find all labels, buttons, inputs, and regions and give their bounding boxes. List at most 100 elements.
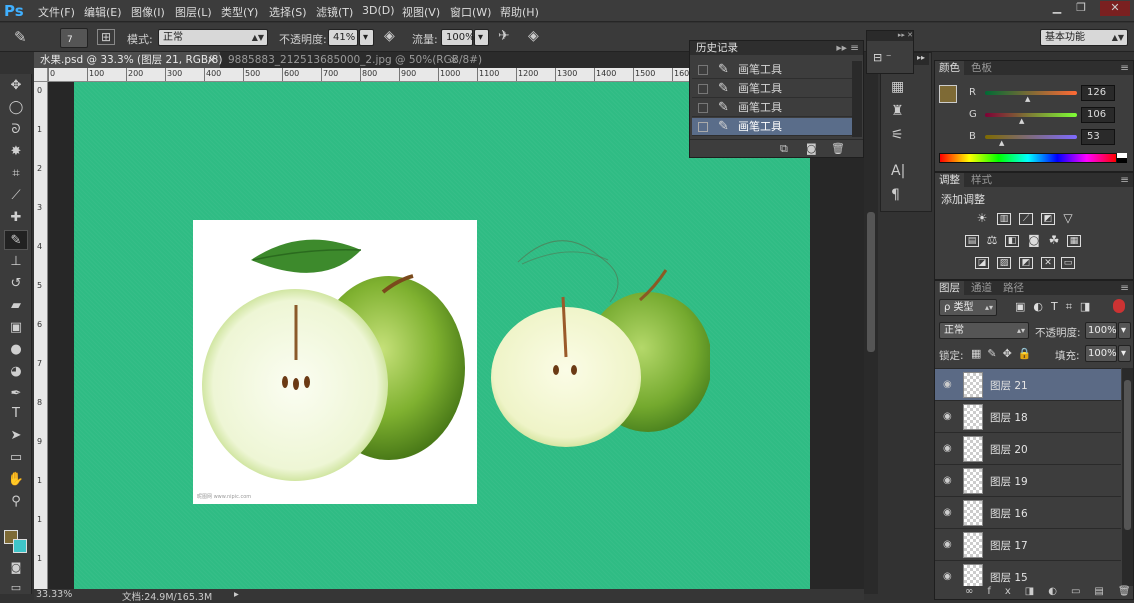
crop-tool-icon[interactable]: ⌗ bbox=[4, 164, 28, 184]
threshold-icon[interactable]: ◩ bbox=[1019, 257, 1033, 269]
vibrance-icon[interactable]: ▽ bbox=[1061, 212, 1075, 225]
background-color-swatch[interactable] bbox=[13, 539, 27, 553]
layers-footer-icons[interactable]: ∞fx◨◐▭▤🗑 bbox=[935, 586, 1133, 600]
brightness-icon[interactable]: ☀ bbox=[975, 212, 989, 225]
fill-input[interactable]: 100% bbox=[1085, 345, 1117, 362]
tab-swatches[interactable]: 色板 bbox=[967, 61, 996, 75]
close-icon[interactable]: × bbox=[207, 52, 216, 68]
eraser-tool-icon[interactable]: ▰ bbox=[4, 296, 28, 316]
history-item[interactable]: ✎ 画笔工具 bbox=[692, 61, 852, 79]
hue-saturation-icon[interactable]: ▤ bbox=[965, 235, 979, 247]
layer-name[interactable]: 图层 17 bbox=[990, 538, 1028, 553]
panel-menu-icon[interactable]: ≡ bbox=[1120, 281, 1129, 295]
layer-name[interactable]: 图层 19 bbox=[990, 474, 1028, 489]
foreground-color-swatch[interactable] bbox=[939, 85, 957, 103]
visibility-eye-icon[interactable]: ◉ bbox=[943, 475, 952, 486]
healing-brush-tool-icon[interactable]: ✚ bbox=[4, 208, 28, 228]
filter-toggle-icon[interactable] bbox=[1113, 299, 1125, 313]
type-tool-icon[interactable]: T bbox=[4, 404, 28, 424]
b-value-input[interactable]: 53 bbox=[1081, 129, 1115, 145]
curves-icon[interactable]: ⟋ bbox=[1019, 213, 1033, 225]
menu-window[interactable]: 窗口(W) bbox=[450, 4, 491, 20]
layer-row[interactable]: ◉ 图层 19 bbox=[935, 465, 1121, 497]
camera-icon[interactable]: ◙ bbox=[806, 142, 817, 155]
brush-presets-icon[interactable]: ▦ bbox=[891, 79, 904, 95]
r-value-input[interactable]: 126 bbox=[1081, 85, 1115, 101]
r-slider-handle-icon[interactable]: ▲ bbox=[1025, 95, 1030, 103]
layer-thumbnail[interactable] bbox=[963, 468, 983, 494]
r-slider[interactable] bbox=[985, 91, 1077, 95]
hand-tool-icon[interactable]: ✋ bbox=[4, 470, 28, 490]
close-button[interactable]: ✕ bbox=[1100, 1, 1130, 16]
layer-thumbnail[interactable] bbox=[963, 372, 983, 398]
layer-row[interactable]: ◉ 图层 16 bbox=[935, 497, 1121, 529]
visibility-eye-icon[interactable]: ◉ bbox=[943, 443, 952, 454]
history-item[interactable]: ✎ 画笔工具 bbox=[692, 99, 852, 117]
layer-name[interactable]: 图层 16 bbox=[990, 506, 1028, 521]
menu-type[interactable]: 类型(Y) bbox=[221, 4, 258, 20]
channel-mixer-icon[interactable]: ☘ bbox=[1047, 234, 1061, 247]
opacity-dropdown[interactable]: ▾ bbox=[359, 29, 374, 46]
tab-channels[interactable]: 通道 bbox=[967, 281, 996, 295]
menu-file[interactable]: 文件(F) bbox=[38, 4, 75, 20]
visibility-eye-icon[interactable]: ◉ bbox=[943, 539, 952, 550]
dodge-tool-icon[interactable]: ◕ bbox=[4, 362, 28, 382]
airbrush-icon[interactable]: ✈ bbox=[498, 28, 510, 44]
tool-presets-icon[interactable]: ⚟ bbox=[891, 127, 904, 143]
brush-panel-toggle-icon[interactable]: ⊞ bbox=[97, 29, 115, 45]
visibility-eye-icon[interactable]: ◉ bbox=[943, 379, 952, 390]
layer-row[interactable]: ◉ 图层 20 bbox=[935, 433, 1121, 465]
menu-filter[interactable]: 滤镜(T) bbox=[316, 4, 353, 20]
status-arrow-icon[interactable]: ▸ bbox=[234, 589, 239, 600]
restore-button[interactable]: ❐ bbox=[1070, 1, 1092, 16]
color-spectrum-bar[interactable] bbox=[939, 153, 1117, 163]
visibility-eye-icon[interactable]: ◉ bbox=[943, 571, 952, 582]
layer-opacity-input[interactable]: 100% bbox=[1085, 322, 1117, 339]
zoom-level[interactable]: 33.33% bbox=[36, 589, 72, 600]
ruler-origin[interactable] bbox=[34, 68, 48, 82]
flow-input[interactable]: 100% bbox=[441, 29, 475, 46]
brush-size-picker[interactable]: 7 bbox=[60, 28, 88, 48]
tab-styles[interactable]: 样式 bbox=[967, 173, 996, 187]
flow-dropdown[interactable]: ▾ bbox=[474, 29, 489, 46]
canvas-area[interactable]: 昵图网 www.nipic.com bbox=[48, 82, 864, 590]
color-lookup-icon[interactable]: ▦ bbox=[1067, 235, 1081, 247]
tab-color[interactable]: 颜色 bbox=[935, 61, 964, 75]
b-slider-handle-icon[interactable]: ▲ bbox=[999, 139, 1004, 147]
layer-thumbnail[interactable] bbox=[963, 404, 983, 430]
menu-layer[interactable]: 图层(L) bbox=[175, 4, 212, 20]
photo-filter-icon[interactable]: ◙ bbox=[1027, 234, 1041, 247]
scrollbar-thumb[interactable] bbox=[867, 212, 875, 352]
black-white-icon[interactable]: ◧ bbox=[1005, 235, 1019, 247]
lasso-tool-icon[interactable]: ᘐ bbox=[4, 120, 28, 140]
panel-menu-icon[interactable]: ≡ bbox=[1120, 61, 1129, 75]
magic-wand-tool-icon[interactable]: ✸ bbox=[4, 142, 28, 162]
mode-select[interactable]: 正常 ▲▼ bbox=[158, 29, 268, 46]
document-canvas[interactable]: 昵图网 www.nipic.com bbox=[74, 82, 810, 590]
history-item-selected[interactable]: ✎ 画笔工具 bbox=[692, 118, 852, 136]
blur-tool-icon[interactable]: ● bbox=[4, 340, 28, 360]
path-selection-tool-icon[interactable]: ➤ bbox=[4, 426, 28, 446]
marquee-tool-icon[interactable]: ◯ bbox=[4, 98, 28, 118]
layer-name[interactable]: 图层 18 bbox=[990, 410, 1028, 425]
stamp-tool-icon[interactable]: ⊥ bbox=[4, 252, 28, 272]
doc-tab-apple-jpg[interactable]: 9885883_212513685000_2.jpg @ 50%(RGB/8#)… bbox=[222, 52, 482, 68]
history-snapshot-checkbox[interactable] bbox=[698, 122, 708, 132]
menu-view[interactable]: 视图(V) bbox=[402, 4, 440, 20]
new-document-from-state-icon[interactable]: ⧉ bbox=[780, 142, 788, 156]
layer-name[interactable]: 图层 20 bbox=[990, 442, 1028, 457]
history-scrollbar[interactable] bbox=[852, 61, 862, 137]
selective-color-icon[interactable]: ✕ bbox=[1041, 257, 1055, 269]
layer-filter-icons[interactable]: ▣◐T⌗◨ bbox=[1015, 300, 1098, 314]
tab-layers[interactable]: 图层 bbox=[935, 281, 964, 295]
layers-scrollbar[interactable] bbox=[1122, 368, 1133, 586]
blend-mode-select[interactable]: 正常 ▴▾ bbox=[939, 322, 1029, 339]
layer-filter-select[interactable]: ρ 类型 ▴▾ bbox=[939, 299, 997, 316]
mini-panel-tool-icon[interactable]: ⊟ ⁻ bbox=[873, 51, 892, 64]
layer-name[interactable]: 图层 21 bbox=[990, 378, 1028, 393]
layer-name[interactable]: 图层 15 bbox=[990, 570, 1028, 585]
g-value-input[interactable]: 106 bbox=[1081, 107, 1115, 123]
levels-icon[interactable]: ▥ bbox=[997, 213, 1011, 225]
layer-thumbnail[interactable] bbox=[963, 564, 983, 586]
invert-icon[interactable]: ◪ bbox=[975, 257, 989, 269]
